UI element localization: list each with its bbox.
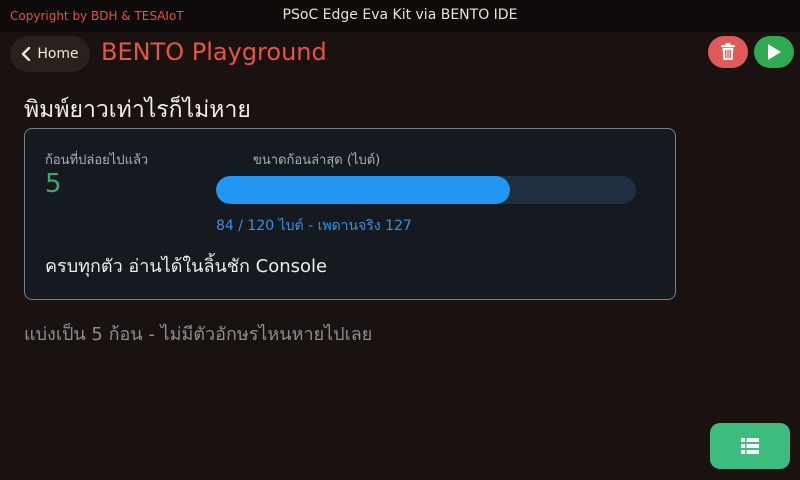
upload-status-card: ก้อนที่ปล่อยไปแล้ว 5 ขนาดก้อนล่าสุด (ไบต…	[24, 128, 676, 300]
card-status-text: ครบทุกตัว อ่านได้ในลิ้นชัก Console	[45, 256, 328, 277]
window-title: PSoC Edge Eva Kit via BENTO IDE	[282, 7, 518, 23]
page-heading: พิมพ์ยาวเท่าไรก็ไม่หาย	[24, 97, 251, 123]
home-button[interactable]: Home	[10, 36, 90, 72]
run-button[interactable]	[754, 36, 794, 68]
top-bar: Copyright by BDH & TESAIoT PSoC Edge Eva…	[0, 0, 800, 32]
chunk-size-caption: 84 / 120 ไบต์ - เพดานจริง 127	[216, 218, 412, 234]
released-chunks-value: 5	[45, 169, 62, 199]
list-view-button[interactable]	[710, 423, 790, 469]
trash-icon	[721, 43, 735, 60]
home-button-label: Home	[37, 46, 79, 62]
play-icon	[768, 44, 781, 60]
delete-button[interactable]	[708, 36, 748, 68]
last-chunk-size-label: ขนาดก้อนล่าสุด (ไบต์)	[253, 153, 381, 168]
chunk-size-progress-bar	[216, 176, 636, 204]
summary-footnote: แบ่งเป็น 5 ก้อน - ไม่มีตัวอักษรไหนหายไปเ…	[24, 324, 373, 345]
chunk-size-progress-fill	[216, 176, 510, 204]
released-chunks-label: ก้อนที่ปล่อยไปแล้ว	[45, 153, 149, 168]
chevron-left-icon	[22, 47, 31, 61]
app-title: BENTO Playground	[101, 38, 327, 66]
list-icon	[741, 438, 759, 454]
